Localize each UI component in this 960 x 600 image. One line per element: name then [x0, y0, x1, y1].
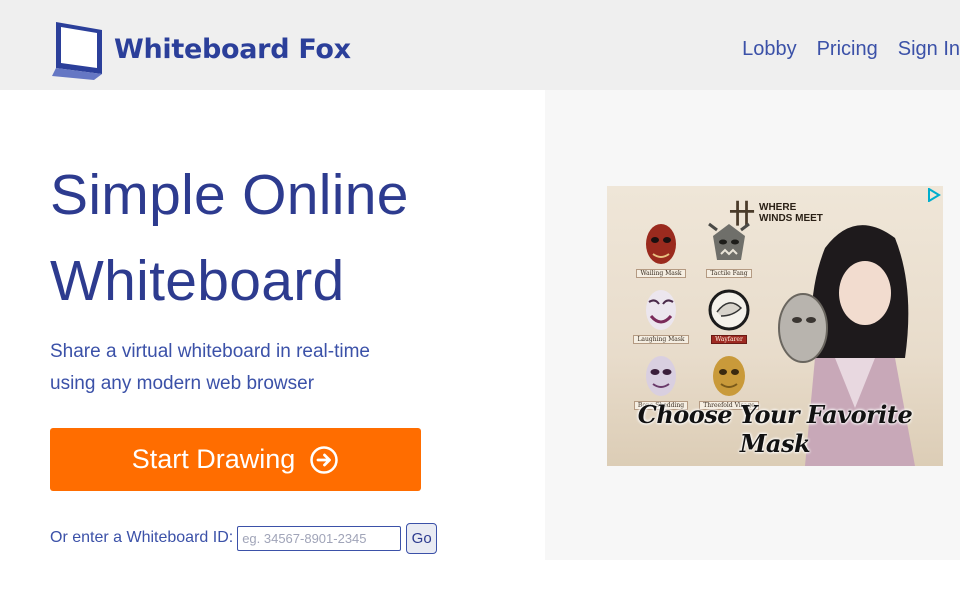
hero-title: Simple Online Whiteboard — [50, 152, 409, 324]
wayfarer-mask-icon — [708, 289, 750, 331]
whiteboard-id-label: Or enter a Whiteboard ID: — [50, 529, 234, 546]
mask-label: Wailing Mask — [636, 269, 686, 278]
go-button[interactable]: Go — [406, 522, 438, 554]
gold-mask-icon — [713, 356, 745, 396]
whiteboard-logo-icon — [52, 22, 102, 80]
start-drawing-label: Start Drawing — [131, 444, 296, 474]
dragon-mask-icon — [708, 222, 750, 260]
nav-pricing-link[interactable]: Pricing — [817, 38, 878, 61]
site-header: Whiteboard Fox Lobby Pricing Sign In — [0, 0, 960, 90]
hero-subtitle-line2: using any modern web browser — [50, 373, 315, 394]
arrow-right-circle-icon — [310, 445, 339, 474]
whiteboard-id-input[interactable] — [237, 525, 402, 551]
hero-title-line2: Whiteboard — [50, 249, 345, 313]
brand-name: Whiteboard Fox — [114, 33, 351, 65]
mask-label: Tactile Fang — [706, 269, 752, 278]
ad-choices-icon[interactable] — [927, 188, 941, 202]
mask-item: Wayfarer — [697, 286, 761, 348]
whiteboard-id-row: Or enter a Whiteboard ID: Go — [50, 522, 438, 554]
logo[interactable]: Whiteboard Fox — [52, 18, 351, 80]
start-drawing-button[interactable]: Start Drawing — [50, 428, 421, 491]
top-nav: Lobby Pricing Sign In — [742, 38, 960, 61]
nav-lobby-link[interactable]: Lobby — [742, 38, 797, 61]
bone-mask-icon — [646, 356, 676, 396]
red-mask-icon — [646, 224, 676, 264]
mask-item: Wailing Mask — [629, 220, 693, 282]
laughing-mask-icon — [646, 290, 676, 330]
mask-item: Tactile Fang — [697, 220, 761, 282]
mask-label-selected: Wayfarer — [711, 335, 747, 344]
hero-subtitle: Share a virtual whiteboard in real-time … — [50, 336, 370, 400]
hero-title-line1: Simple Online — [50, 163, 409, 227]
nav-sign-in-link[interactable]: Sign In — [898, 38, 960, 61]
mask-grid: Wailing Mask Tactile Fang Laughing Mask — [629, 220, 759, 414]
ad-tagline: Choose Your Favorite Mask — [637, 400, 913, 458]
advertisement[interactable]: 卄 WHERE WINDS MEET Wailing Mask Tactile … — [607, 186, 943, 466]
mask-label: Laughing Mask — [633, 335, 689, 344]
mask-item: Laughing Mask — [629, 286, 693, 348]
hero-subtitle-line1: Share a virtual whiteboard in real-time — [50, 341, 370, 362]
